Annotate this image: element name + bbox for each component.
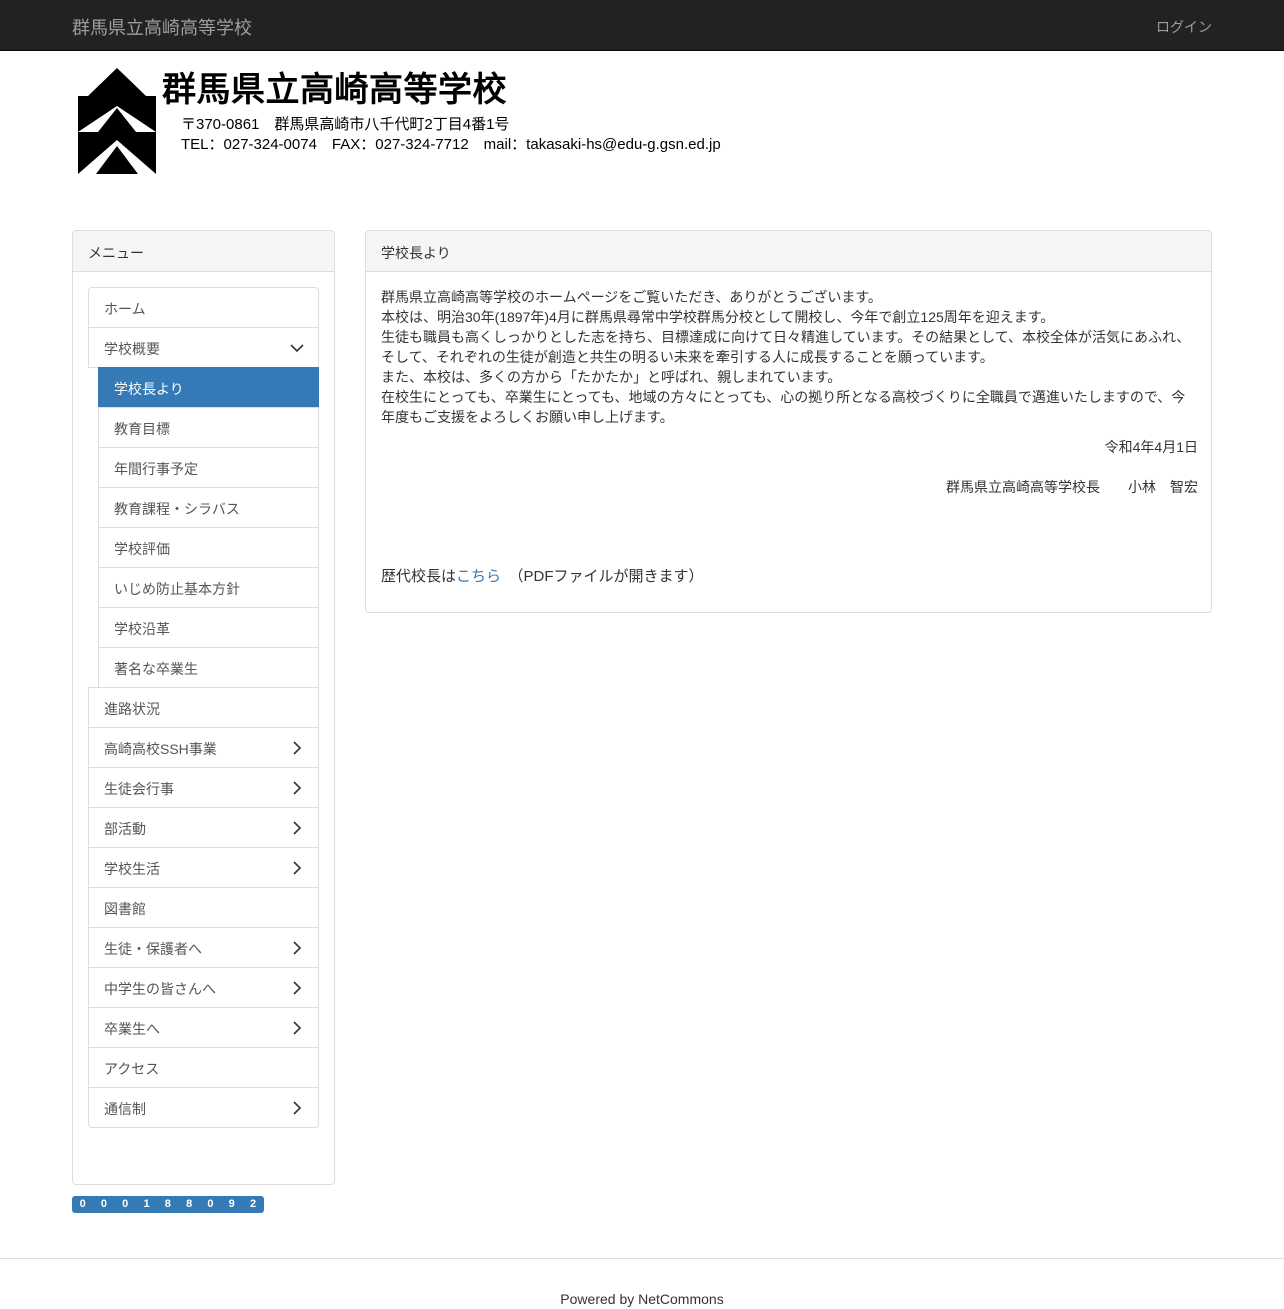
address-block: 〒370-0861 群馬県高崎市八千代町2丁目4番1号 TEL：027-324-0…	[181, 115, 721, 155]
menu-item-graduates[interactable]: 卒業生へ	[88, 1007, 319, 1048]
menu-item-label: 卒業生へ	[104, 1021, 160, 1037]
menu-item-library[interactable]: 図書館	[88, 887, 319, 928]
menu-item-principal-message[interactable]: 学校長より	[98, 367, 319, 408]
access-counter: 0 0 0 1 8 8 0 9 2	[72, 1196, 264, 1213]
menu-item-student-council[interactable]: 生徒会行事	[88, 767, 319, 808]
principal-signature: 群馬県立高崎高等学校長 小林 智宏	[946, 479, 1198, 495]
message-paragraph: 在校生にとっても、卒業生にとっても、地域の方々にとっても、心の拠り所となる高校づ…	[381, 389, 1186, 425]
site-title: 群馬県立高崎高等学校	[162, 71, 507, 109]
menu-panel: メニュー ホーム 学校概要 学校長より 教育目標 年間行事予定 教育課程・シラバ…	[72, 230, 335, 1185]
menu-item-label: 教育課程・シラバス	[114, 501, 240, 517]
menu-item-notable-alumni[interactable]: 著名な卒業生	[98, 647, 319, 688]
principal-message-heading: 学校長より	[366, 231, 1211, 272]
menu-item-school-evaluation[interactable]: 学校評価	[98, 527, 319, 568]
login-link[interactable]: ログイン	[1156, 17, 1212, 37]
message-paragraph: また、本校は、多くの方から「たかたか」と呼ばれ、親しまれています。	[381, 369, 842, 385]
powered-by-text: Powered by NetCommons	[560, 1291, 724, 1307]
address-line: 〒370-0861 群馬県高崎市八千代町2丁目4番1号	[181, 116, 510, 133]
menu-item-junior-high-students[interactable]: 中学生の皆さんへ	[88, 967, 319, 1008]
menu-item-label: 部活動	[104, 821, 146, 837]
menu-item-label: 図書館	[104, 901, 146, 917]
history-line: 歴代校長はこちら （PDFファイルが開きます）	[381, 567, 1198, 587]
history-pdf-link[interactable]: こちら	[456, 568, 501, 585]
chevron-right-icon	[293, 861, 302, 875]
menu-item-label: 通信制	[104, 1101, 146, 1117]
message-date: 令和4年4月1日	[1104, 439, 1198, 455]
menu-item-label: 学校生活	[104, 861, 160, 877]
menu-item-anti-bullying-policy[interactable]: いじめ防止基本方針	[98, 567, 319, 608]
menu-item-label: 生徒会行事	[104, 781, 174, 797]
top-navbar: 群馬県立高崎高等学校 ログイン	[0, 0, 1284, 51]
menu-item-label: 生徒・保護者へ	[104, 941, 202, 957]
menu-item-club-activities[interactable]: 部活動	[88, 807, 319, 848]
menu-item-education-goals[interactable]: 教育目標	[98, 407, 319, 448]
menu-item-label: 年間行事予定	[114, 461, 198, 477]
message-paragraph: 本校は、明治30年(1897年)4月に群馬県尋常中学校群馬分校として開校し、今年…	[381, 309, 1055, 325]
menu-item-career-status[interactable]: 進路状況	[88, 687, 319, 728]
menu-item-curriculum[interactable]: 教育課程・シラバス	[98, 487, 319, 528]
menu-item-label: 学校沿革	[114, 621, 170, 637]
menu-item-correspondence-course[interactable]: 通信制	[88, 1087, 319, 1128]
menu-list: ホーム 学校概要 学校長より 教育目標 年間行事予定 教育課程・シラバス 学校評…	[88, 287, 319, 1128]
menu-item-school-history[interactable]: 学校沿革	[98, 607, 319, 648]
counter-digit: 8	[178, 1196, 200, 1213]
counter-digit: 9	[221, 1196, 243, 1213]
chevron-right-icon	[293, 981, 302, 995]
menu-item-annual-schedule[interactable]: 年間行事予定	[98, 447, 319, 488]
menu-item-label: 教育目標	[114, 421, 170, 437]
school-crest-logo[interactable]	[78, 68, 156, 174]
footer: Powered by NetCommons	[0, 1258, 1284, 1309]
message-paragraph: 群馬県立高崎高等学校のホームページをご覧いただき、ありがとうございます。	[381, 289, 882, 305]
menu-item-access[interactable]: アクセス	[88, 1047, 319, 1088]
counter-digit: 2	[242, 1196, 264, 1213]
counter-digit: 0	[199, 1196, 222, 1213]
counter-digit: 1	[135, 1196, 158, 1213]
menu-item-label: 高崎高校SSH事業	[104, 741, 217, 757]
menu-item-label: 学校長より	[114, 381, 184, 397]
menu-item-home[interactable]: ホーム	[88, 287, 319, 328]
history-prefix: 歴代校長は	[381, 568, 457, 585]
message-paragraph: 生徒も職員も高くしっかりとした志を持ち、目標達成に向けて日々精進しています。その…	[381, 329, 1191, 365]
site-header: 群馬県立高崎高等学校 〒370-0861 群馬県高崎市八千代町2丁目4番1号 TE…	[72, 62, 772, 182]
menu-item-school-overview[interactable]: 学校概要	[88, 327, 319, 368]
menu-item-label: 進路状況	[104, 701, 160, 717]
counter-digit: 0	[93, 1196, 115, 1213]
menu-item-label: 学校概要	[104, 341, 160, 357]
menu-item-label: 学校評価	[114, 541, 170, 557]
menu-item-label: ホーム	[104, 301, 146, 317]
chevron-down-icon	[290, 344, 304, 353]
navbar-brand-link[interactable]: 群馬県立高崎高等学校	[72, 14, 252, 40]
principal-message-panel: 学校長より 群馬県立高崎高等学校のホームページをご覧いただき、ありがとうございま…	[365, 230, 1212, 613]
chevron-right-icon	[293, 821, 302, 835]
chevron-right-icon	[293, 941, 302, 955]
menu-item-label: 中学生の皆さんへ	[104, 981, 216, 997]
menu-heading: メニュー	[73, 231, 334, 272]
menu-item-label: いじめ防止基本方針	[114, 581, 240, 597]
counter-digit: 8	[157, 1196, 179, 1213]
principal-message-body: 群馬県立高崎高等学校のホームページをご覧いただき、ありがとうございます。 本校は…	[381, 287, 1198, 587]
menu-item-students-parents[interactable]: 生徒・保護者へ	[88, 927, 319, 968]
counter-digit: 0	[72, 1196, 94, 1213]
menu-item-ssh[interactable]: 高崎高校SSH事業	[88, 727, 319, 768]
counter-digit: 0	[114, 1196, 136, 1213]
chevron-right-icon	[293, 781, 302, 795]
chevron-right-icon	[293, 1101, 302, 1115]
menu-item-label: 著名な卒業生	[114, 661, 198, 677]
menu-item-label: アクセス	[104, 1061, 160, 1077]
menu-item-school-life[interactable]: 学校生活	[88, 847, 319, 888]
chevron-right-icon	[293, 741, 302, 755]
chevron-right-icon	[293, 1021, 302, 1035]
contact-line: TEL：027-324-0074 FAX：027-324-7712 mail：t…	[181, 136, 721, 153]
history-suffix: （PDFファイルが開きます）	[501, 568, 704, 585]
